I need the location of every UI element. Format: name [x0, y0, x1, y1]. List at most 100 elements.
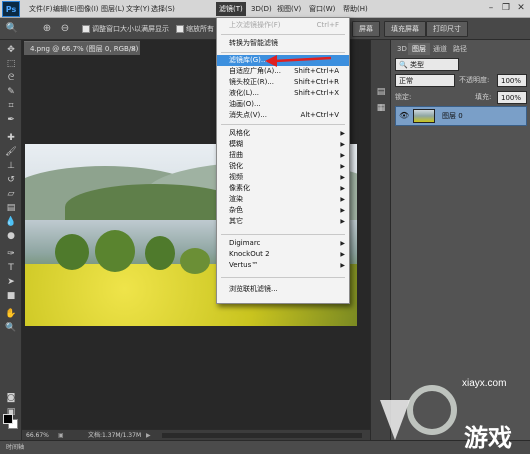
- visibility-eye-icon[interactable]: 👁: [399, 111, 409, 120]
- menu-item-label: 风格化: [229, 129, 250, 137]
- zoom-out-icon[interactable]: ⊖: [58, 22, 72, 36]
- move-tool-icon[interactable]: ✥: [4, 44, 18, 57]
- menu-filter[interactable]: 滤镜(T): [216, 2, 246, 16]
- menu-item-vanishing-point[interactable]: 消失点(V)... Alt+Ctrl+V: [217, 110, 349, 121]
- tab-paths[interactable]: 路径: [449, 43, 471, 55]
- tab-layers[interactable]: 图层: [408, 43, 430, 55]
- menu-item-blur[interactable]: 模糊 ▶: [217, 139, 349, 150]
- menu-item-label: 模糊: [229, 140, 243, 148]
- menu-shortcut: Ctrl+F: [316, 21, 339, 29]
- canvas-tree: [95, 230, 135, 272]
- menu-item-label: 其它: [229, 217, 243, 225]
- quick-select-tool-icon[interactable]: ✎: [4, 86, 18, 99]
- watermark-logo: xiayx.com 游戏: [370, 370, 530, 454]
- annotation-arrow-icon: [265, 55, 332, 67]
- healing-brush-tool-icon[interactable]: ✚: [4, 132, 18, 145]
- clone-stamp-tool-icon[interactable]: ⊥: [4, 160, 18, 173]
- menu-item-sharpen[interactable]: 锐化 ▶: [217, 161, 349, 172]
- crop-tool-icon[interactable]: ⌗: [4, 100, 18, 113]
- menu-item-label: 扭曲: [229, 151, 243, 159]
- menu-item-liquify[interactable]: 液化(L)... Shift+Ctrl+X: [217, 88, 349, 99]
- menu-item-distort[interactable]: 扭曲 ▶: [217, 150, 349, 161]
- gradient-tool-icon[interactable]: ▤: [4, 202, 18, 215]
- zoom-tool-icon[interactable]: 🔍: [5, 22, 19, 36]
- menu-item-convert-smart-filter[interactable]: 转换为智能滤镜: [217, 38, 349, 49]
- menu-item-oil-paint[interactable]: 油画(O)...: [217, 99, 349, 110]
- horizontal-scrollbar[interactable]: [162, 433, 362, 438]
- layer-filter-kind-select[interactable]: 🔍 类型: [395, 58, 459, 71]
- lasso-tool-icon[interactable]: ᘓ: [4, 72, 18, 85]
- zoom-in-icon[interactable]: ⊕: [40, 22, 54, 36]
- zoom-tool-sidebar-icon[interactable]: 🔍: [4, 322, 18, 335]
- menu-item-vertus[interactable]: Vertus™ ▶: [217, 260, 349, 271]
- minimize-icon[interactable]: –: [484, 1, 498, 15]
- print-size-button[interactable]: 打印尺寸: [426, 21, 468, 37]
- menu-window[interactable]: 窗口(W): [306, 2, 338, 16]
- eraser-tool-icon[interactable]: ▱: [4, 188, 18, 201]
- menu-item-stylize[interactable]: 风格化 ▶: [217, 128, 349, 139]
- menu-item-digimarc[interactable]: Digimarc ▶: [217, 238, 349, 249]
- opacity-value: 100%: [501, 77, 522, 85]
- zoom-all-checkbox[interactable]: [176, 25, 184, 33]
- menu-item-other[interactable]: 其它 ▶: [217, 216, 349, 227]
- menu-view[interactable]: 视图(V): [274, 2, 304, 16]
- menu-item-label: 自适应广角(A)...: [229, 67, 281, 75]
- restore-icon[interactable]: ❐: [499, 1, 513, 15]
- tab-channels[interactable]: 通道: [429, 43, 451, 55]
- layer-row[interactable]: 👁 图层 0: [395, 106, 527, 126]
- history-panel-icon[interactable]: ▤: [374, 86, 388, 99]
- resize-windows-checkbox[interactable]: [82, 25, 90, 33]
- close-icon[interactable]: ✕: [514, 1, 528, 15]
- menu-shortcut: Alt+Ctrl+V: [300, 111, 339, 119]
- marquee-tool-icon[interactable]: ⬚: [4, 58, 18, 71]
- history-brush-tool-icon[interactable]: ↺: [4, 174, 18, 187]
- blend-mode-select[interactable]: 正常: [395, 74, 455, 87]
- pen-tool-icon[interactable]: ✑: [4, 248, 18, 261]
- properties-panel-icon[interactable]: ▦: [374, 102, 388, 115]
- menu-item-label: 镜头校正(R)...: [229, 78, 275, 86]
- brush-tool-icon[interactable]: 🖌: [4, 146, 18, 159]
- dodge-tool-icon[interactable]: ●: [4, 230, 18, 243]
- document-tab[interactable]: 4.png @ 66.7% (图层 0, RGB/8) ×: [24, 41, 140, 55]
- submenu-arrow-icon: ▶: [340, 207, 345, 214]
- type-tool-icon[interactable]: T: [4, 262, 18, 275]
- fill-label: 填充:: [475, 93, 492, 101]
- quick-mask-icon[interactable]: ◙: [4, 392, 18, 405]
- menu-select[interactable]: 选择(S): [148, 2, 178, 16]
- canvas-tree: [180, 248, 210, 274]
- menu-item-label: 油画(O)...: [229, 100, 261, 108]
- menu-item-pixelate[interactable]: 像素化 ▶: [217, 183, 349, 194]
- fill-screen-button[interactable]: 填充屏幕: [384, 21, 426, 37]
- menu-item-noise[interactable]: 杂色 ▶: [217, 205, 349, 216]
- menu-item-browse-online-filters[interactable]: 浏览联机滤镜...: [217, 284, 349, 295]
- eyedropper-tool-icon[interactable]: ✒: [4, 114, 18, 127]
- close-document-icon[interactable]: ×: [130, 42, 136, 56]
- path-select-tool-icon[interactable]: ➤: [4, 276, 18, 289]
- menu-item-video[interactable]: 视频 ▶: [217, 172, 349, 183]
- timeline-tab[interactable]: 时间轴: [6, 444, 24, 451]
- partial-screen-button[interactable]: 屏幕: [352, 21, 380, 37]
- menu-item-last-filter[interactable]: 上次滤镜操作(F) Ctrl+F: [217, 20, 349, 31]
- menu-divider: [221, 234, 345, 235]
- layer-name[interactable]: 图层 0: [442, 111, 463, 121]
- menu-shortcut: Shift+Ctrl+R: [294, 78, 339, 86]
- fill-input[interactable]: 100%: [497, 91, 527, 104]
- watermark-title: 游戏: [464, 424, 512, 452]
- submenu-arrow-icon: ▶: [340, 218, 345, 225]
- menu-3d[interactable]: 3D(D): [248, 2, 275, 16]
- foreground-color-swatch[interactable]: [3, 414, 13, 424]
- menu-item-lens-correction[interactable]: 镜头校正(R)... Shift+Ctrl+R: [217, 77, 349, 88]
- menu-item-render[interactable]: 渲染 ▶: [217, 194, 349, 205]
- layer-filter-kind-value: 类型: [409, 61, 424, 69]
- menu-shortcut: Shift+Ctrl+X: [294, 89, 339, 97]
- shape-tool-icon[interactable]: ■: [4, 290, 18, 303]
- lock-label: 锁定:: [395, 93, 412, 101]
- hand-tool-icon[interactable]: ✋: [4, 308, 18, 321]
- menu-item-knockout[interactable]: KnockOut 2 ▶: [217, 249, 349, 260]
- blur-tool-icon[interactable]: 💧: [4, 216, 18, 229]
- submenu-arrow-icon: ▶: [340, 152, 345, 159]
- menu-help[interactable]: 帮助(H): [340, 2, 371, 16]
- opacity-input[interactable]: 100%: [497, 74, 527, 87]
- menu-item-label: 视频: [229, 173, 243, 181]
- submenu-arrow-icon: ▶: [340, 262, 345, 269]
